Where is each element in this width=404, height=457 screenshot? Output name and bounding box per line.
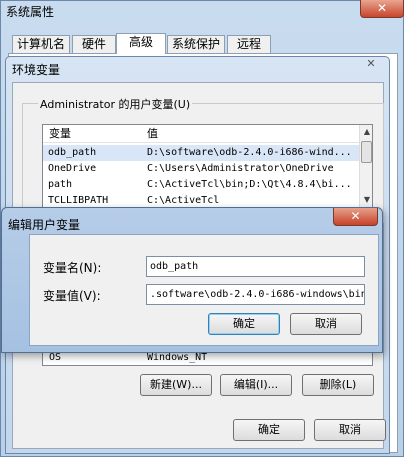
delete-variable-button[interactable]: 删除(L) xyxy=(302,374,374,396)
tab-remote[interactable]: 远程 xyxy=(227,35,271,53)
scroll-up-icon[interactable]: ▲ xyxy=(360,125,372,139)
column-header-value[interactable]: 值 xyxy=(147,125,158,143)
variable-name: OneDrive xyxy=(48,163,97,174)
scroll-down-icon[interactable]: ▼ xyxy=(360,193,372,207)
tab-advanced[interactable]: 高级 xyxy=(116,33,166,54)
vertical-scrollbar[interactable]: ▲ ▼ xyxy=(359,125,372,207)
new-variable-button[interactable]: 新建(W)... xyxy=(140,374,212,396)
variable-value: C:\ActiveTcl xyxy=(147,195,220,206)
close-icon: ✕ xyxy=(376,1,388,15)
variable-value: D:\software\odb-2.4.0-i686-wind... xyxy=(147,147,352,158)
table-row[interactable]: odb_path D:\software\odb-2.4.0-i686-wind… xyxy=(43,145,361,161)
env-cancel-button[interactable]: 取消 xyxy=(314,419,386,441)
variable-value-label: 变量值(V): xyxy=(43,289,101,303)
user-variables-label: Administrator 的用户变量(U) xyxy=(38,96,193,112)
variable-name-field[interactable]: odb_path xyxy=(146,256,365,277)
variable-value: C:\ActiveTcl\bin;D:\Qt\4.8.4\bi... xyxy=(147,179,352,190)
variable-name: TCLLIBPATH xyxy=(48,195,109,206)
tab-computer-name[interactable]: 计算机名 xyxy=(12,35,70,53)
tab-system-protection[interactable]: 系统保护 xyxy=(167,35,225,53)
close-icon: ✕ xyxy=(350,209,361,223)
edit-variable-button[interactable]: 编辑(I)... xyxy=(220,374,292,396)
variable-name-label: 变量名(N): xyxy=(43,261,102,275)
table-row[interactable]: path C:\ActiveTcl\bin;D:\Qt\4.8.4\bi... xyxy=(43,177,361,193)
edit-close-button[interactable]: ✕ xyxy=(333,208,378,226)
table-header: 变量 值 xyxy=(43,125,359,143)
scrollbar-thumb[interactable] xyxy=(361,141,372,163)
env-close-button[interactable]: ✕ xyxy=(356,57,386,73)
close-icon: ✕ xyxy=(366,57,376,70)
system-properties-title: 系统属性 xyxy=(6,5,55,19)
table-row[interactable]: OneDrive C:\Users\Administrator\OneDrive xyxy=(43,161,361,177)
variable-name: path xyxy=(48,179,73,190)
system-close-button[interactable]: ✕ xyxy=(360,0,404,18)
edit-dialog-title: 编辑用户变量 xyxy=(8,218,81,232)
edit-cancel-button[interactable]: 取消 xyxy=(290,313,362,335)
env-ok-button[interactable]: 确定 xyxy=(233,419,305,441)
column-header-name[interactable]: 变量 xyxy=(49,125,71,143)
environment-variables-title: 环境变量 xyxy=(12,63,61,77)
table-row[interactable]: TCLLIBPATH C:\ActiveTcl xyxy=(43,193,361,207)
tab-hardware[interactable]: 硬件 xyxy=(72,35,116,53)
user-variables-table[interactable]: 变量 值 odb_path D:\software\odb-2.4.0-i686… xyxy=(42,124,373,208)
variable-value: C:\Users\Administrator\OneDrive xyxy=(147,163,334,174)
variable-value-field[interactable]: .software\odb-2.4.0-i686-windows\bin xyxy=(146,284,365,305)
variable-name: odb_path xyxy=(48,147,97,158)
edit-ok-button[interactable]: 确定 xyxy=(208,313,280,335)
